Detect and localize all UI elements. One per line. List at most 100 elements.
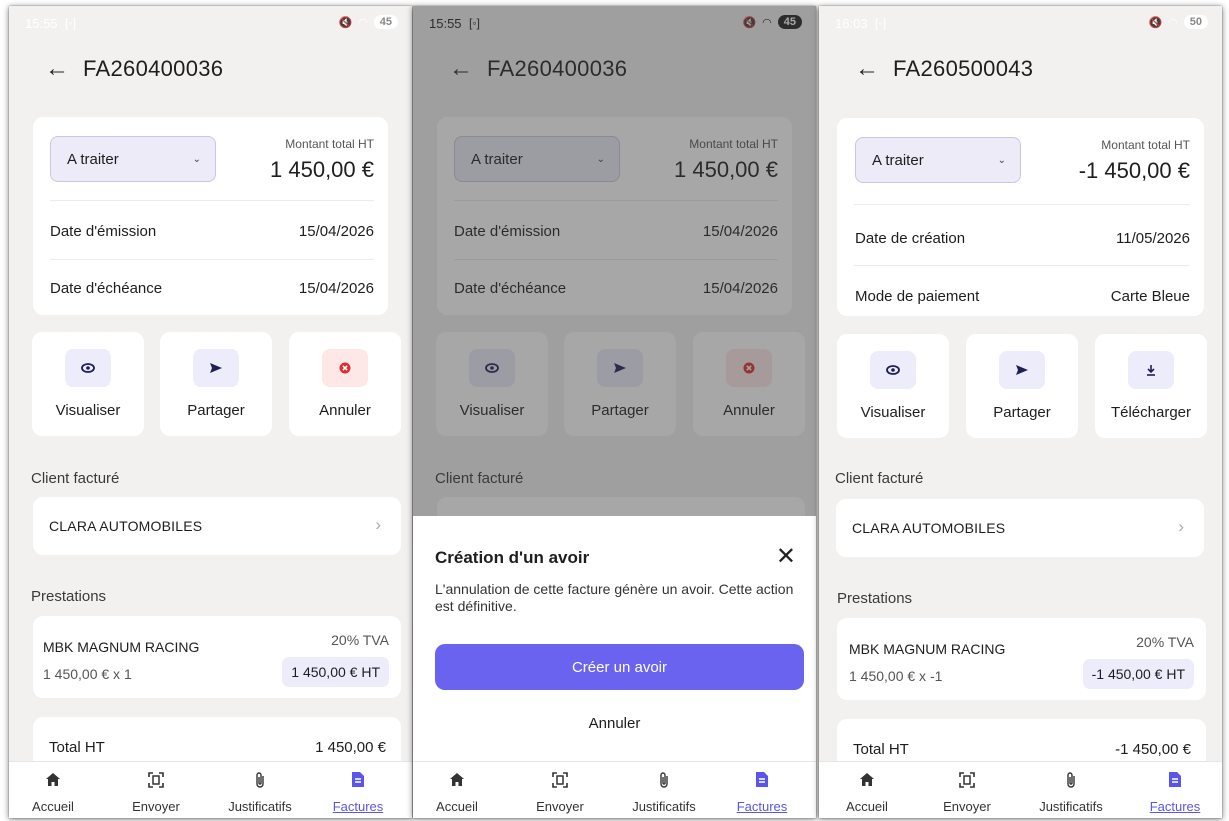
view-button[interactable]: Visualiser xyxy=(837,334,949,438)
row-value: 15/04/2026 xyxy=(298,280,374,297)
modal-scrim[interactable] xyxy=(413,6,816,516)
total-value: -1 450,00 € xyxy=(1115,741,1191,758)
nav-justificatifs[interactable]: Justificatifs xyxy=(619,769,709,814)
divider xyxy=(854,204,1190,205)
row-label: Date d'émission xyxy=(50,223,157,240)
nav-label: Accueil xyxy=(846,799,888,814)
divider xyxy=(50,200,374,201)
status-value: A traiter xyxy=(872,151,924,169)
prestation-ht-badge: -1 450,00 € HT xyxy=(1082,659,1194,689)
client-name: CLARA AUTOMOBILES xyxy=(852,520,1006,536)
home-icon xyxy=(413,769,502,789)
back-arrow-icon[interactable]: ← xyxy=(45,57,69,81)
prestation-card[interactable]: MBK MAGNUM RACING 20% TVA 1 450,00 € x 1… xyxy=(33,616,401,698)
nav-envoyer[interactable]: Envoyer xyxy=(515,769,605,814)
client-card[interactable]: CLARA AUTOMOBILES › xyxy=(33,497,401,555)
nav-justificatifs[interactable]: Justificatifs xyxy=(1026,769,1116,814)
share-button[interactable]: Partager xyxy=(966,334,1078,438)
prestation-quantity: 1 450,00 € x 1 xyxy=(43,666,132,682)
nav-envoyer[interactable]: Envoyer xyxy=(111,769,201,814)
cancel-button[interactable]: Annuler xyxy=(289,332,401,436)
share-button[interactable]: Partager xyxy=(160,332,272,436)
credit-note-sheet: Création d'un avoir ✕ L'annulation de ce… xyxy=(413,516,816,761)
nav-label: Accueil xyxy=(436,799,478,814)
paperclip-icon xyxy=(1026,769,1116,789)
status-dropdown[interactable]: A traiter ⌄ xyxy=(50,136,216,182)
date-row: Date d'échéance 15/04/2026 xyxy=(50,280,374,297)
back-arrow-icon[interactable]: ← xyxy=(855,57,879,81)
prestation-tva: 20% TVA xyxy=(331,632,389,648)
nav-envoyer[interactable]: Envoyer xyxy=(922,769,1012,814)
invoice-summary-card: A traiter ⌄ Montant total HT 1 450,00 € … xyxy=(33,117,388,315)
eye-icon xyxy=(870,351,916,389)
share-label: Partager xyxy=(993,404,1051,421)
nav-factures[interactable]: Factures xyxy=(1130,769,1220,814)
view-button[interactable]: Visualiser xyxy=(32,332,144,436)
nav-accueil[interactable]: Accueil xyxy=(413,769,502,814)
chevron-down-icon: ⌄ xyxy=(192,153,201,165)
status-dropdown[interactable]: A traiter ⌄ xyxy=(855,137,1021,183)
close-icon[interactable]: ✕ xyxy=(776,542,796,571)
wifi-icon: ◠ xyxy=(358,16,368,29)
sheet-cancel-button[interactable]: Annuler xyxy=(413,715,816,732)
app-header: ← FA260400036 xyxy=(45,56,223,82)
amount-value: 1 450,00 € xyxy=(270,157,374,182)
share-label: Partager xyxy=(187,402,245,419)
nav-label: Justificatifs xyxy=(1039,799,1103,814)
invoice-summary-card: A traiter ⌄ Montant total HT -1 450,00 €… xyxy=(837,118,1204,316)
page-title: FA260500043 xyxy=(893,56,1034,81)
scan-icon xyxy=(111,769,201,789)
client-card[interactable]: CLARA AUTOMOBILES › xyxy=(836,499,1204,557)
screenshot-icon: [◦] xyxy=(875,16,886,30)
divider xyxy=(854,265,1190,266)
nav-label: Factures xyxy=(736,799,788,814)
row-value: Carte Bleue xyxy=(1110,288,1190,305)
phone-screen-cancel-dialog: 15:55 [◦] 🔇 ◠ 45 ← FA260400036 A traiter… xyxy=(413,6,816,818)
status-time: 16:03 xyxy=(835,16,868,31)
phone-screen-credit-note: 16:03 [◦] 🔇 ◠ 50 ← FA260500043 A traiter… xyxy=(819,6,1222,818)
phone-screen-invoice: 15:55 [◦] 🔇 ◠ 45 ← FA260400036 A traiter… xyxy=(9,6,412,818)
sheet-message: L'annulation de cette facture génère un … xyxy=(435,581,794,614)
status-bar: 15:55 [◦] 🔇 ◠ 45 xyxy=(9,14,412,36)
status-bar: 16:03 [◦] 🔇 ◠ 50 xyxy=(819,14,1222,36)
nav-factures[interactable]: Factures xyxy=(313,769,403,814)
screenshot-icon: [◦] xyxy=(65,16,76,30)
row-value: 15/04/2026 xyxy=(298,223,374,240)
send-icon xyxy=(999,351,1045,389)
send-icon xyxy=(193,349,239,387)
nav-label: Envoyer xyxy=(943,799,991,814)
client-section-label: Client facturé xyxy=(835,470,924,487)
amount-label: Montant total HT xyxy=(1101,138,1190,152)
status-value: A traiter xyxy=(67,150,119,168)
row-label: Date d'échéance xyxy=(50,280,163,297)
view-label: Visualiser xyxy=(55,402,121,419)
create-credit-note-button[interactable]: Créer un avoir xyxy=(435,644,804,690)
download-button[interactable]: Télécharger xyxy=(1095,334,1207,438)
view-label: Visualiser xyxy=(860,404,926,421)
nav-label: Justificatifs xyxy=(632,799,696,814)
prestations-section-label: Prestations xyxy=(837,590,913,607)
chevron-right-icon: › xyxy=(375,515,381,534)
row-label: Date de création xyxy=(855,230,966,247)
sheet-title: Création d'un avoir xyxy=(435,548,590,567)
nav-factures[interactable]: Factures xyxy=(717,769,807,814)
prestations-section-label: Prestations xyxy=(31,588,107,605)
nav-accueil[interactable]: Accueil xyxy=(9,769,98,814)
client-section-label: Client facturé xyxy=(31,470,120,487)
nav-label: Factures xyxy=(332,799,384,814)
chevron-down-icon: ⌄ xyxy=(997,154,1006,166)
cancel-icon xyxy=(322,349,368,387)
eye-icon xyxy=(65,349,111,387)
divider xyxy=(50,259,374,260)
bottom-navigation: Accueil Envoyer Justificatifs Factures xyxy=(819,761,1222,818)
date-row: Date d'émission 15/04/2026 xyxy=(50,223,374,240)
nav-accueil[interactable]: Accueil xyxy=(822,769,912,814)
nav-justificatifs[interactable]: Justificatifs xyxy=(215,769,305,814)
prestation-quantity: 1 450,00 € x -1 xyxy=(849,668,943,684)
screenshot-stage: 15:55 [◦] 🔇 ◠ 45 ← FA260400036 A traiter… xyxy=(0,0,1229,821)
payment-row: Mode de paiement Carte Bleue xyxy=(855,288,1190,305)
prestation-card[interactable]: MBK MAGNUM RACING 20% TVA 1 450,00 € x -… xyxy=(837,618,1206,700)
bottom-navigation: Accueil Envoyer Justificatifs Factures xyxy=(9,761,412,818)
amount-label: Montant total HT xyxy=(285,137,374,151)
mute-icon: 🔇 xyxy=(1148,16,1163,29)
